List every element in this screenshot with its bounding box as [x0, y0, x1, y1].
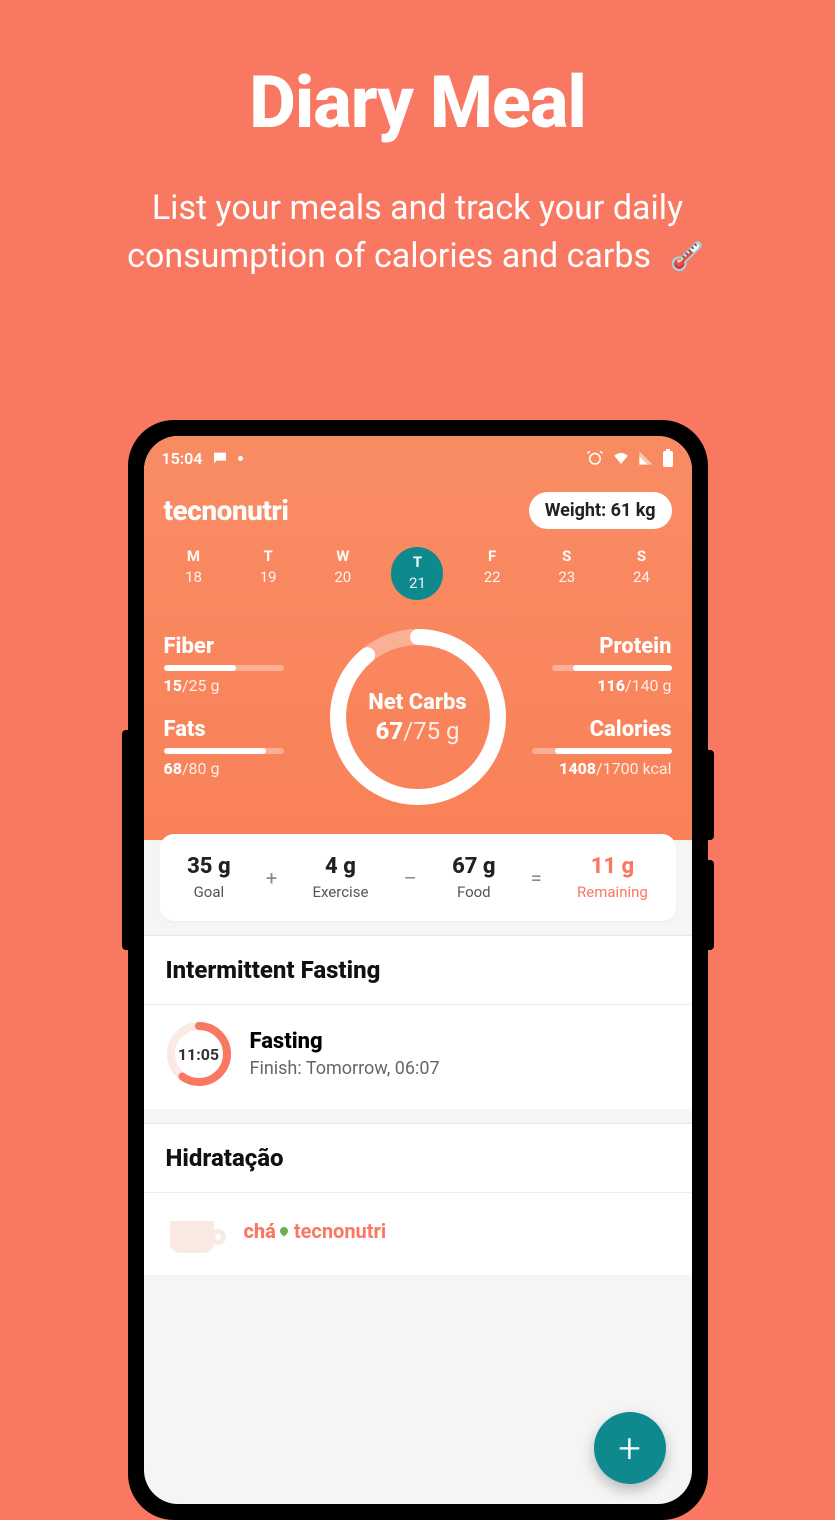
phone-frame: 15:04	[128, 420, 708, 1520]
thermometer-icon: 🌡️	[655, 225, 719, 289]
day-22[interactable]: F22	[466, 547, 518, 600]
day-selector: M18 T19 W20 T21 F22 S23 S24	[164, 547, 672, 600]
add-button[interactable]: +	[594, 1412, 666, 1484]
macro-fiber[interactable]: Fiber 15/25 g	[164, 634, 315, 695]
fasting-timer: 11:05	[166, 1021, 232, 1087]
dot-icon	[238, 456, 243, 461]
section-title: Intermittent Fasting	[144, 936, 692, 1004]
signal-icon	[638, 450, 654, 466]
battery-icon	[662, 449, 674, 467]
fasting-row[interactable]: 11:05 Fasting Finish: Tomorrow, 06:07	[144, 1004, 692, 1109]
hydration-row[interactable]: chá tecnonutri	[144, 1192, 692, 1275]
hydration-brand2: tecnonutri	[294, 1219, 386, 1243]
phone-screen: 15:04	[144, 436, 692, 1504]
net-carbs-ring[interactable]: Net Carbs 67/75 g	[323, 622, 513, 812]
macro-value: 68	[164, 759, 182, 778]
fasting-subtitle: Finish: Tomorrow, 06:07	[250, 1058, 440, 1079]
equals-icon: =	[531, 866, 542, 890]
hero-subtitle-text: List your meals and track your daily con…	[127, 188, 683, 276]
macro-label: Fats	[164, 717, 315, 742]
phone-side-button	[708, 750, 714, 840]
day-18[interactable]: M18	[168, 547, 220, 600]
day-19[interactable]: T19	[242, 547, 294, 600]
summary-remaining: 11 g Remaining	[577, 854, 648, 901]
macro-fats[interactable]: Fats 68/80 g	[164, 717, 315, 778]
minus-icon: –	[404, 866, 417, 890]
day-23[interactable]: S23	[541, 547, 593, 600]
macro-value: 116	[597, 676, 625, 695]
weight-badge[interactable]: Weight: 61 kg	[529, 492, 672, 529]
section-title: Hidratação	[144, 1124, 692, 1192]
section-hydration: Hidratação chá tecnonutri	[144, 1123, 692, 1275]
macro-calories[interactable]: Calories 1408/1700 kcal	[521, 717, 672, 778]
message-icon	[212, 450, 228, 466]
fasting-title: Fasting	[250, 1029, 440, 1054]
macro-label: Calories	[521, 717, 672, 742]
brand-logo: tecnonutri	[164, 494, 289, 527]
phone-side-button	[708, 860, 714, 950]
app-header: tecnonutri Weight: 61 kg M18 T19 W20 T21 F22…	[144, 480, 692, 840]
summary-goal: 35 g Goal	[187, 854, 230, 901]
wifi-icon	[612, 449, 630, 467]
macro-value: 1408	[559, 759, 596, 778]
macro-protein[interactable]: Protein 116/140 g	[521, 634, 672, 695]
ring-value: 67	[376, 717, 404, 745]
hero-title: Diary Meal	[0, 0, 835, 145]
status-bar: 15:04	[144, 436, 692, 480]
day-24[interactable]: S24	[615, 547, 667, 600]
macro-value: 15	[164, 676, 182, 695]
fasting-ring-icon: 11:05	[166, 1021, 232, 1087]
plus-icon: +	[266, 866, 277, 890]
phone-side-button	[122, 730, 128, 950]
section-fasting: Intermittent Fasting 11:05 Fasting Finis…	[144, 935, 692, 1109]
summary-exercise: 4 g Exercise	[312, 854, 368, 901]
hero-subtitle: List your meals and track your daily con…	[0, 145, 835, 280]
macro-label: Fiber	[164, 634, 315, 659]
day-21[interactable]: T21	[391, 547, 443, 600]
alarm-icon	[586, 449, 604, 467]
day-20[interactable]: W20	[317, 547, 369, 600]
macro-label: Protein	[521, 634, 672, 659]
cup-icon	[166, 1209, 226, 1253]
summary-card: 35 g Goal + 4 g Exercise – 67 g Food = 1…	[160, 834, 676, 921]
leaf-icon	[278, 1225, 289, 1236]
hydration-brand1: chá	[244, 1219, 276, 1243]
summary-food: 67 g Food	[452, 854, 495, 901]
status-time: 15:04	[162, 449, 203, 468]
ring-label: Net Carbs	[368, 690, 466, 715]
